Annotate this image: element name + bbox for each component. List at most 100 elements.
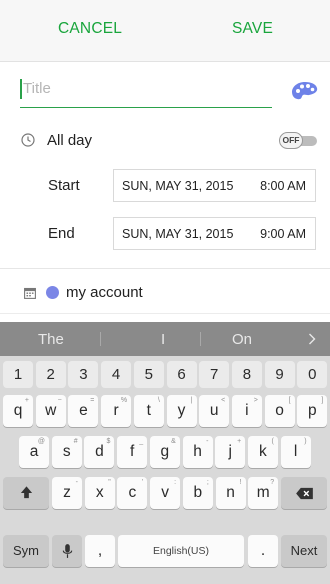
end-time: 9:00 AM (260, 227, 306, 241)
key-f[interactable]: f _ (117, 436, 148, 468)
key-o[interactable]: o[ (264, 395, 295, 427)
key-j[interactable]: j + (215, 436, 246, 468)
space-key[interactable]: English(US) (118, 535, 244, 567)
divider (0, 313, 330, 314)
key-b[interactable]: b; (182, 477, 213, 509)
key-6[interactable]: 6 (166, 361, 197, 388)
voice-input-key[interactable] (52, 535, 82, 567)
key-c-alt: ' (142, 479, 144, 486)
key-v[interactable]: v: (150, 477, 181, 509)
key-3-label: 3 (79, 366, 88, 383)
suggestion-3[interactable]: On (232, 331, 252, 348)
key-f-alt: _ (139, 438, 144, 445)
key-q[interactable]: q + (3, 395, 33, 427)
backspace-icon (295, 487, 313, 500)
key-q-alt: + (24, 397, 29, 404)
key-9[interactable]: 9 (264, 361, 295, 388)
key-u[interactable]: u < (199, 395, 230, 427)
key-h-label: h (193, 443, 202, 460)
key-5[interactable]: 5 (133, 361, 164, 388)
all-day-toggle[interactable]: OFF (279, 132, 317, 149)
start-time: 8:00 AM (260, 179, 306, 193)
period-key[interactable]: . (248, 535, 278, 567)
suggestion-divider (100, 332, 101, 346)
comma-key[interactable]: , (85, 535, 115, 567)
key-3[interactable]: 3 (68, 361, 99, 388)
key-l-alt: ) (304, 438, 307, 445)
key-c[interactable]: c ' (117, 477, 148, 509)
key-2[interactable]: 2 (35, 361, 66, 388)
key-p[interactable]: p] (297, 395, 328, 427)
key-i[interactable]: i > (231, 395, 262, 427)
key-v-alt: : (174, 479, 177, 486)
key-r[interactable]: r% (101, 395, 132, 427)
key-8-label: 8 (242, 366, 252, 383)
suggestion-2[interactable]: I (161, 331, 165, 348)
key-w-label: w (45, 402, 57, 419)
key-e[interactable]: e = (68, 395, 99, 427)
period-key-label: . (260, 542, 266, 559)
key-l[interactable]: l) (280, 436, 311, 468)
key-m-alt: ? (270, 479, 275, 486)
key-7[interactable]: 7 (199, 361, 230, 388)
key-9-label: 9 (275, 366, 284, 383)
cancel-button[interactable]: CANCEL (58, 20, 122, 38)
key-h[interactable]: h- (182, 436, 213, 468)
key-i-alt: > (253, 397, 258, 404)
key-n[interactable]: n! (215, 477, 246, 509)
text-cursor (20, 79, 22, 99)
key-7-label: 7 (210, 366, 219, 383)
title-input[interactable]: Title (20, 70, 272, 108)
sym-key[interactable]: Sym (3, 535, 49, 567)
key-g[interactable]: g & (149, 436, 180, 468)
key-y-label: y (177, 402, 186, 419)
key-r-alt: % (120, 397, 128, 404)
start-datetime-field[interactable]: SUN, MAY 31, 2015 8:00 AM (113, 169, 316, 202)
start-date: SUN, MAY 31, 2015 (122, 179, 234, 193)
key-1[interactable]: 1 (3, 361, 33, 388)
suggestion-1[interactable]: The (38, 331, 64, 348)
backspace-key[interactable] (281, 477, 327, 509)
next-key-label: Next (290, 543, 318, 558)
next-key[interactable]: Next (281, 535, 327, 567)
chevron-right-icon[interactable] (308, 333, 316, 345)
key-d[interactable]: d $ (84, 436, 115, 468)
key-y[interactable]: y | (166, 395, 197, 427)
account-selector[interactable]: my account (66, 284, 143, 301)
key-k[interactable]: k( (247, 436, 278, 468)
key-0[interactable]: 0 (297, 361, 328, 388)
suggestion-divider (200, 332, 201, 346)
clock-icon (21, 133, 35, 147)
key-a[interactable]: a @ (19, 436, 49, 468)
key-j-alt: + (237, 438, 242, 445)
key-e-label: e (79, 402, 88, 419)
palette-icon[interactable] (290, 80, 320, 102)
key-v-label: v (161, 484, 169, 501)
save-button[interactable]: SAVE (232, 20, 273, 38)
key-h-alt: - (206, 438, 209, 445)
shift-key[interactable] (3, 477, 49, 509)
key-t[interactable]: t \ (133, 395, 164, 427)
key-4[interactable]: 4 (101, 361, 132, 388)
key-x[interactable]: x " (84, 477, 115, 509)
key-z[interactable]: z- (52, 477, 82, 509)
key-e-alt: = (90, 397, 95, 404)
key-u-alt: < (221, 397, 226, 404)
key-6-label: 6 (177, 366, 186, 383)
all-day-label: All day (47, 132, 93, 149)
key-w[interactable]: w − (35, 395, 66, 427)
key-m[interactable]: m? (248, 477, 279, 509)
key-s-label: s (62, 443, 71, 460)
key-c-label: c (128, 484, 137, 501)
title-placeholder: Title (23, 80, 51, 97)
key-m-label: m (256, 484, 270, 501)
key-8[interactable]: 8 (231, 361, 262, 388)
key-d-label: d (95, 443, 104, 460)
sym-key-label: Sym (13, 543, 39, 558)
key-0-label: 0 (308, 366, 317, 383)
key-n-alt: ! (239, 479, 242, 486)
key-z-alt: - (75, 479, 78, 486)
key-s[interactable]: s # (51, 436, 82, 468)
end-datetime-field[interactable]: SUN, MAY 31, 2015 9:00 AM (113, 217, 316, 250)
key-u-label: u (209, 402, 219, 419)
